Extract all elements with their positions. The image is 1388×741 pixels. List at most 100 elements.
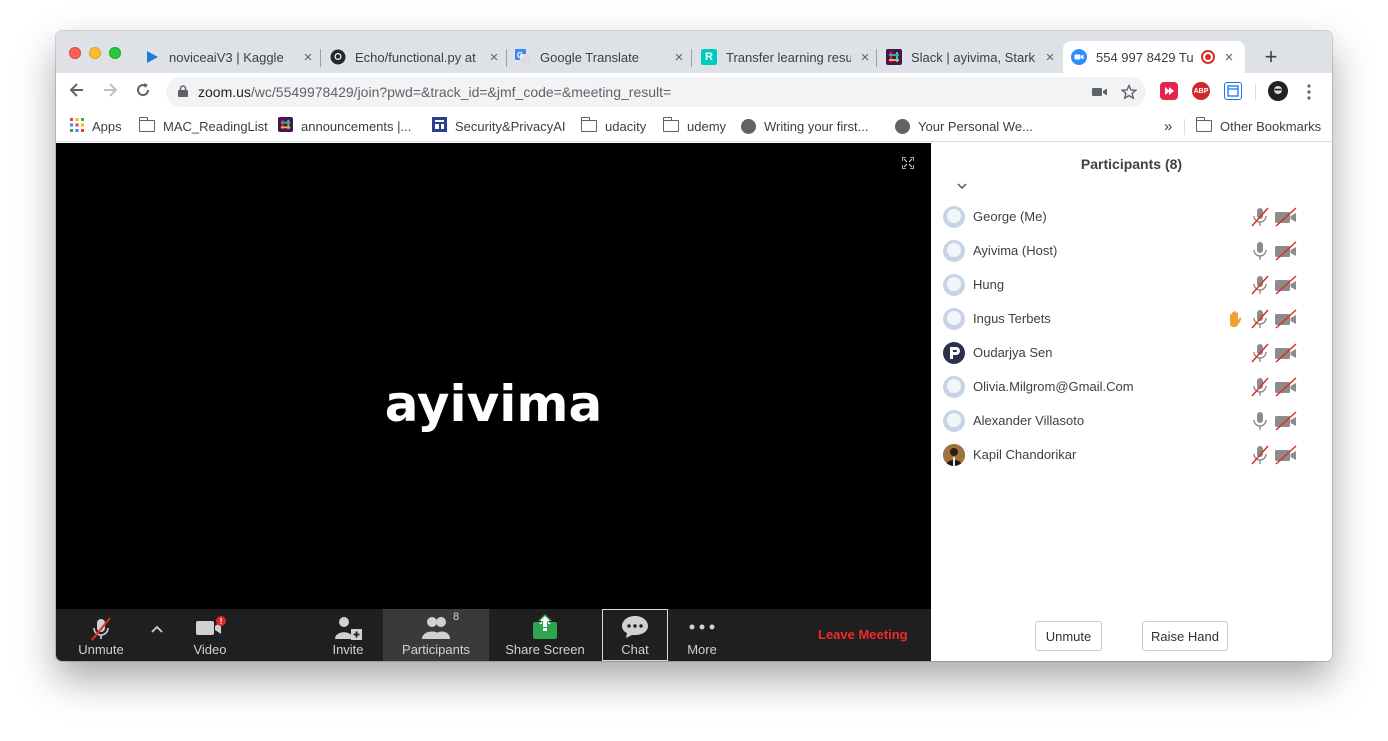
participants-icon: [422, 617, 450, 639]
tab-google-translate[interactable]: G Google Translate ×: [515, 41, 687, 73]
extension-icon[interactable]: [1160, 82, 1178, 100]
leave-meeting-button[interactable]: Leave Meeting: [818, 627, 908, 642]
tab-zoom[interactable]: 554 997 8429 Tu ×: [1063, 41, 1245, 73]
avatar: [943, 308, 965, 330]
close-tab-icon[interactable]: ×: [857, 49, 873, 66]
back-icon[interactable]: [66, 81, 88, 103]
new-tab-icon[interactable]: +: [1259, 44, 1283, 70]
bookmark-announcements[interactable]: announcements |...: [278, 117, 411, 135]
participant-name: Ayivima (Host): [973, 243, 1058, 258]
address-bar[interactable]: zoom.us/wc/5549978429/join?pwd=&track_id…: [166, 77, 1146, 107]
forward-icon[interactable]: [99, 81, 121, 103]
bookmark-label: udacity: [605, 118, 647, 134]
participant-name: Alexander Villasoto: [973, 413, 1085, 428]
control-label: Invite: [332, 642, 364, 657]
panel-unmute-button[interactable]: Unmute: [1035, 621, 1102, 651]
participant-row[interactable]: Ayivima (Host): [943, 239, 1323, 263]
raise-hand-button[interactable]: Raise Hand: [1142, 621, 1228, 651]
star-icon[interactable]: [1121, 84, 1137, 100]
chevron-down-icon[interactable]: [957, 179, 967, 193]
video-button[interactable]: ! Video: [182, 609, 238, 661]
participants-button[interactable]: 8 Participants: [383, 609, 489, 661]
minimize-window-button[interactable]: [89, 47, 101, 59]
tab-kaggle[interactable]: noviceaiV3 | Kaggle ×: [144, 41, 316, 73]
participant-name: Oudarjya Sen: [973, 345, 1053, 360]
more-dots-icon: [689, 624, 715, 630]
invite-button[interactable]: Invite: [322, 609, 374, 661]
raised-hand-icon: [1227, 310, 1249, 330]
control-label: More: [687, 642, 717, 657]
more-button[interactable]: More: [678, 609, 726, 661]
participant-row[interactable]: Kapil Chandorikar: [943, 443, 1323, 467]
share-screen-button[interactable]: Share Screen: [503, 609, 587, 661]
tab-strip: noviceaiV3 | Kaggle × Echo/functional.py…: [56, 31, 1332, 73]
unmute-button[interactable]: Unmute: [70, 609, 132, 661]
control-label: Share Screen: [505, 642, 585, 657]
tab-slack[interactable]: Slack | ayivima, Stark ×: [886, 41, 1058, 73]
participant-row[interactable]: Ingus Terbets: [943, 307, 1323, 331]
maximize-window-button[interactable]: [109, 47, 121, 59]
reload-icon[interactable]: [132, 81, 154, 103]
adblock-icon[interactable]: ABP: [1192, 82, 1210, 100]
bookmark-udacity[interactable]: udacity: [580, 117, 647, 135]
zoom-web-client: ayivima Unmute ! Video Invite 8 Particip…: [56, 143, 1332, 661]
microphone-muted-icon: [1249, 309, 1271, 329]
bookmark-writing-your-first[interactable]: Writing your first...: [741, 117, 869, 135]
bookmark-your-personal-we[interactable]: Your Personal We...: [895, 117, 1033, 135]
browser-window: noviceaiV3 | Kaggle × Echo/functional.py…: [56, 31, 1332, 661]
bookmarks-bar: Apps MAC_ReadingList announcements |... …: [56, 111, 1332, 142]
video-off-icon: [1274, 411, 1298, 431]
participants-panel: Participants (8) George (Me) Ayivima (Hos…: [931, 143, 1332, 661]
close-tab-icon[interactable]: ×: [671, 49, 687, 66]
microphone-muted-icon: [1249, 377, 1271, 397]
bookmarks-overflow-button[interactable]: »: [1164, 117, 1172, 135]
bookmark-other-bookmarks[interactable]: Other Bookmarks: [1195, 117, 1321, 135]
avatar: [943, 410, 965, 432]
bookmark-udemy[interactable]: udemy: [662, 117, 726, 135]
kaggle-icon: [144, 49, 160, 65]
lock-icon: [178, 85, 188, 97]
bookmark-security-privacy-ai[interactable]: Security&PrivacyAI: [432, 117, 566, 135]
participant-row[interactable]: Oudarjya Sen: [943, 341, 1323, 365]
url-domain: zoom.us: [198, 84, 251, 100]
microphone-muted-icon: [1249, 343, 1271, 363]
participant-name: Hung: [973, 277, 1005, 292]
bookmark-label: Security&PrivacyAI: [455, 118, 566, 134]
close-tab-icon[interactable]: ×: [1221, 49, 1237, 66]
bookmark-label: Apps: [92, 118, 122, 134]
tab-title: Slack | ayivima, Stark: [911, 49, 1036, 65]
participant-row[interactable]: Alexander Villasoto: [943, 409, 1323, 433]
slack-icon: [278, 117, 293, 135]
participant-row[interactable]: Olivia.Milgrom@Gmail.Com: [943, 375, 1323, 399]
tab-researchgate[interactable]: R Transfer learning resu ×: [701, 41, 873, 73]
bookmark-mac-readinglist[interactable]: MAC_ReadingList: [138, 117, 268, 135]
profile-avatar[interactable]: [1268, 81, 1288, 101]
menu-kebab-icon[interactable]: [1304, 83, 1314, 101]
chat-button[interactable]: Chat: [602, 609, 668, 661]
close-window-button[interactable]: [69, 47, 81, 59]
bookmark-label: Your Personal We...: [918, 118, 1033, 134]
tab-divider: [876, 49, 877, 67]
audio-options-chevron-icon[interactable]: [150, 623, 164, 637]
close-tab-icon[interactable]: ×: [486, 49, 502, 66]
panel-title: Participants (8): [1080, 156, 1183, 172]
bookmark-apps[interactable]: Apps: [70, 117, 122, 135]
close-tab-icon[interactable]: ×: [300, 49, 316, 66]
participant-row[interactable]: George (Me): [943, 205, 1323, 229]
bookmark-label: Writing your first...: [764, 118, 869, 134]
participant-row[interactable]: Hung: [943, 273, 1323, 297]
video-area: ayivima: [56, 143, 931, 609]
calendar-extension-icon[interactable]: [1224, 82, 1242, 100]
microphone-muted-icon: [91, 617, 111, 641]
zoom-icon: [1071, 49, 1087, 65]
tab-github[interactable]: Echo/functional.py at ×: [330, 41, 502, 73]
close-tab-icon[interactable]: ×: [1042, 49, 1058, 66]
camera-icon[interactable]: [1092, 85, 1108, 99]
video-off-icon: [1274, 309, 1298, 329]
fullscreen-icon[interactable]: [902, 157, 914, 169]
participant-name: George (Me): [973, 209, 1047, 224]
avatar: [943, 274, 965, 296]
recording-icon: [1201, 50, 1215, 64]
avatar: [943, 376, 965, 398]
google-translate-icon: G: [515, 49, 531, 65]
